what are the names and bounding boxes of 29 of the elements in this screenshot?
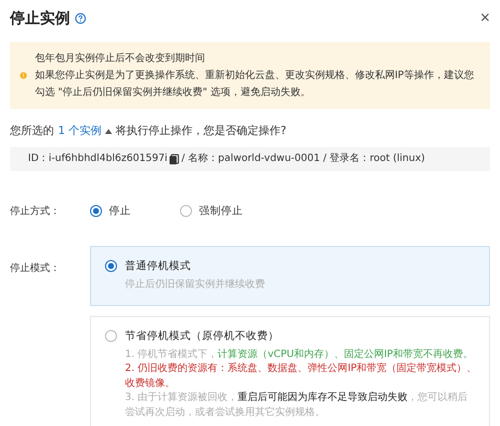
warning-icon [20,70,27,81]
radio-icon[interactable] [105,330,117,342]
radio-label[interactable]: 强制停止 [199,204,243,218]
mode-title: 普通停机模式 [125,259,192,273]
instance-count-link[interactable]: 1 个实例 [58,123,112,139]
copy-icon[interactable] [169,154,180,164]
mode-description: 3. 由于计算资源被回收，重启后可能因为库存不足导致启动失败，您可以稍后尝试再次启动，或者尝试换用其它实例规格。 [125,391,469,420]
question-text: 将执行停止操作，您是否确定操作? [116,123,286,139]
question-text: 您所选的 [10,123,54,139]
mode-description: 停止后仍旧保留实例并继续收费 [125,278,266,292]
instance-id: ID：i-uf6hbhdl4bl6z601597i [28,153,168,165]
field-label: 停止方式： [10,204,61,218]
warning-text: 如果您停止实例是为了更换操作系统、重新初始化云盘、更改实例规格、修改私网IP等操作，建议您勾选 "停止后仍旧保留实例并继续收费" 选项，避免启动失败。 [34,68,475,100]
radio-label[interactable]: 停止 [109,204,131,218]
mode-description: 1. 停机节省模式下，计算资源（vCPU和内存）、固定公网IP和带宽不再收费。 [125,348,474,362]
mode-option-card[interactable]: 普通停机模式 停止后仍旧保留实例并继续收费 [90,246,490,306]
close-button[interactable]: × [480,8,490,28]
dialog-title: 停止实例 [10,8,70,28]
warning-text: 包年包月实例停止后不会改变到期时间 [34,52,206,66]
help-icon[interactable] [75,12,86,24]
radio-icon[interactable] [90,205,102,217]
mode-option-card[interactable]: 节省停机模式（原停机不收费） 1. 停机节省模式下，计算资源（vCPU和内存）、固定公网IP和带宽不再收费。 2. 仍旧收费的资源有：系统盘、数据盘、弹性公网IP和带宽（固定带宽模式）、收费镜像。 3. 由于计算资源被回收，重启后可能因为库存不足导致启动失败，您可以稍后尝试再次启动，或者尝试换用其它实例规格。 [90,316,490,426]
mode-description: 2. 仍旧收费的资源有：系统盘、数据盘、弹性公网IP和带宽（固定带宽模式）、收费镜像。 [125,362,477,390]
radio-icon[interactable] [180,205,192,217]
radio-icon[interactable] [105,260,117,272]
mode-title: 节省停机模式（原停机不收费） [125,328,280,342]
caret-icon[interactable] [104,128,112,134]
instance-details: / 名称：palworld-vdwu-0001 / 登录名：root (linux) [181,153,425,165]
field-label: 停止模式： [10,262,61,275]
